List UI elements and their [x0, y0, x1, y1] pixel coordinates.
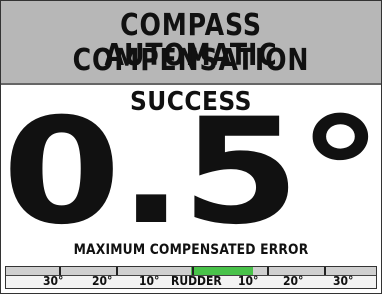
rudder-tick	[267, 267, 269, 275]
compensated-error-value: 0.5°	[2, 87, 382, 257]
compensated-error-caption: MAXIMUM COMPENSATED ERROR	[73, 242, 309, 258]
rudder-label-right-30: 30°	[333, 274, 354, 288]
rudder-label-left-10: 10°	[139, 274, 160, 288]
rudder-label-right-10: 10°	[238, 274, 259, 288]
header-title-line-2: COMPENSATION	[72, 43, 310, 78]
rudder-label-right-20: 20°	[283, 274, 304, 288]
rudder-label-left-30: 30°	[43, 274, 64, 288]
rudder-tick	[116, 267, 118, 275]
compensation-screen: COMPASS AUTOMATIC COMPENSATION SUCCESS 0…	[0, 0, 382, 294]
screen-header: COMPASS AUTOMATIC COMPENSATION	[1, 1, 381, 85]
rudder-indicator: 30° 20° 10° RUDDER 10° 20° 30°	[5, 266, 377, 289]
rudder-center-label: RUDDER	[171, 274, 222, 288]
rudder-label-left-20: 20°	[92, 274, 113, 288]
rudder-scale: 30° 20° 10° RUDDER 10° 20° 30°	[6, 274, 376, 288]
rudder-tick	[324, 267, 326, 275]
